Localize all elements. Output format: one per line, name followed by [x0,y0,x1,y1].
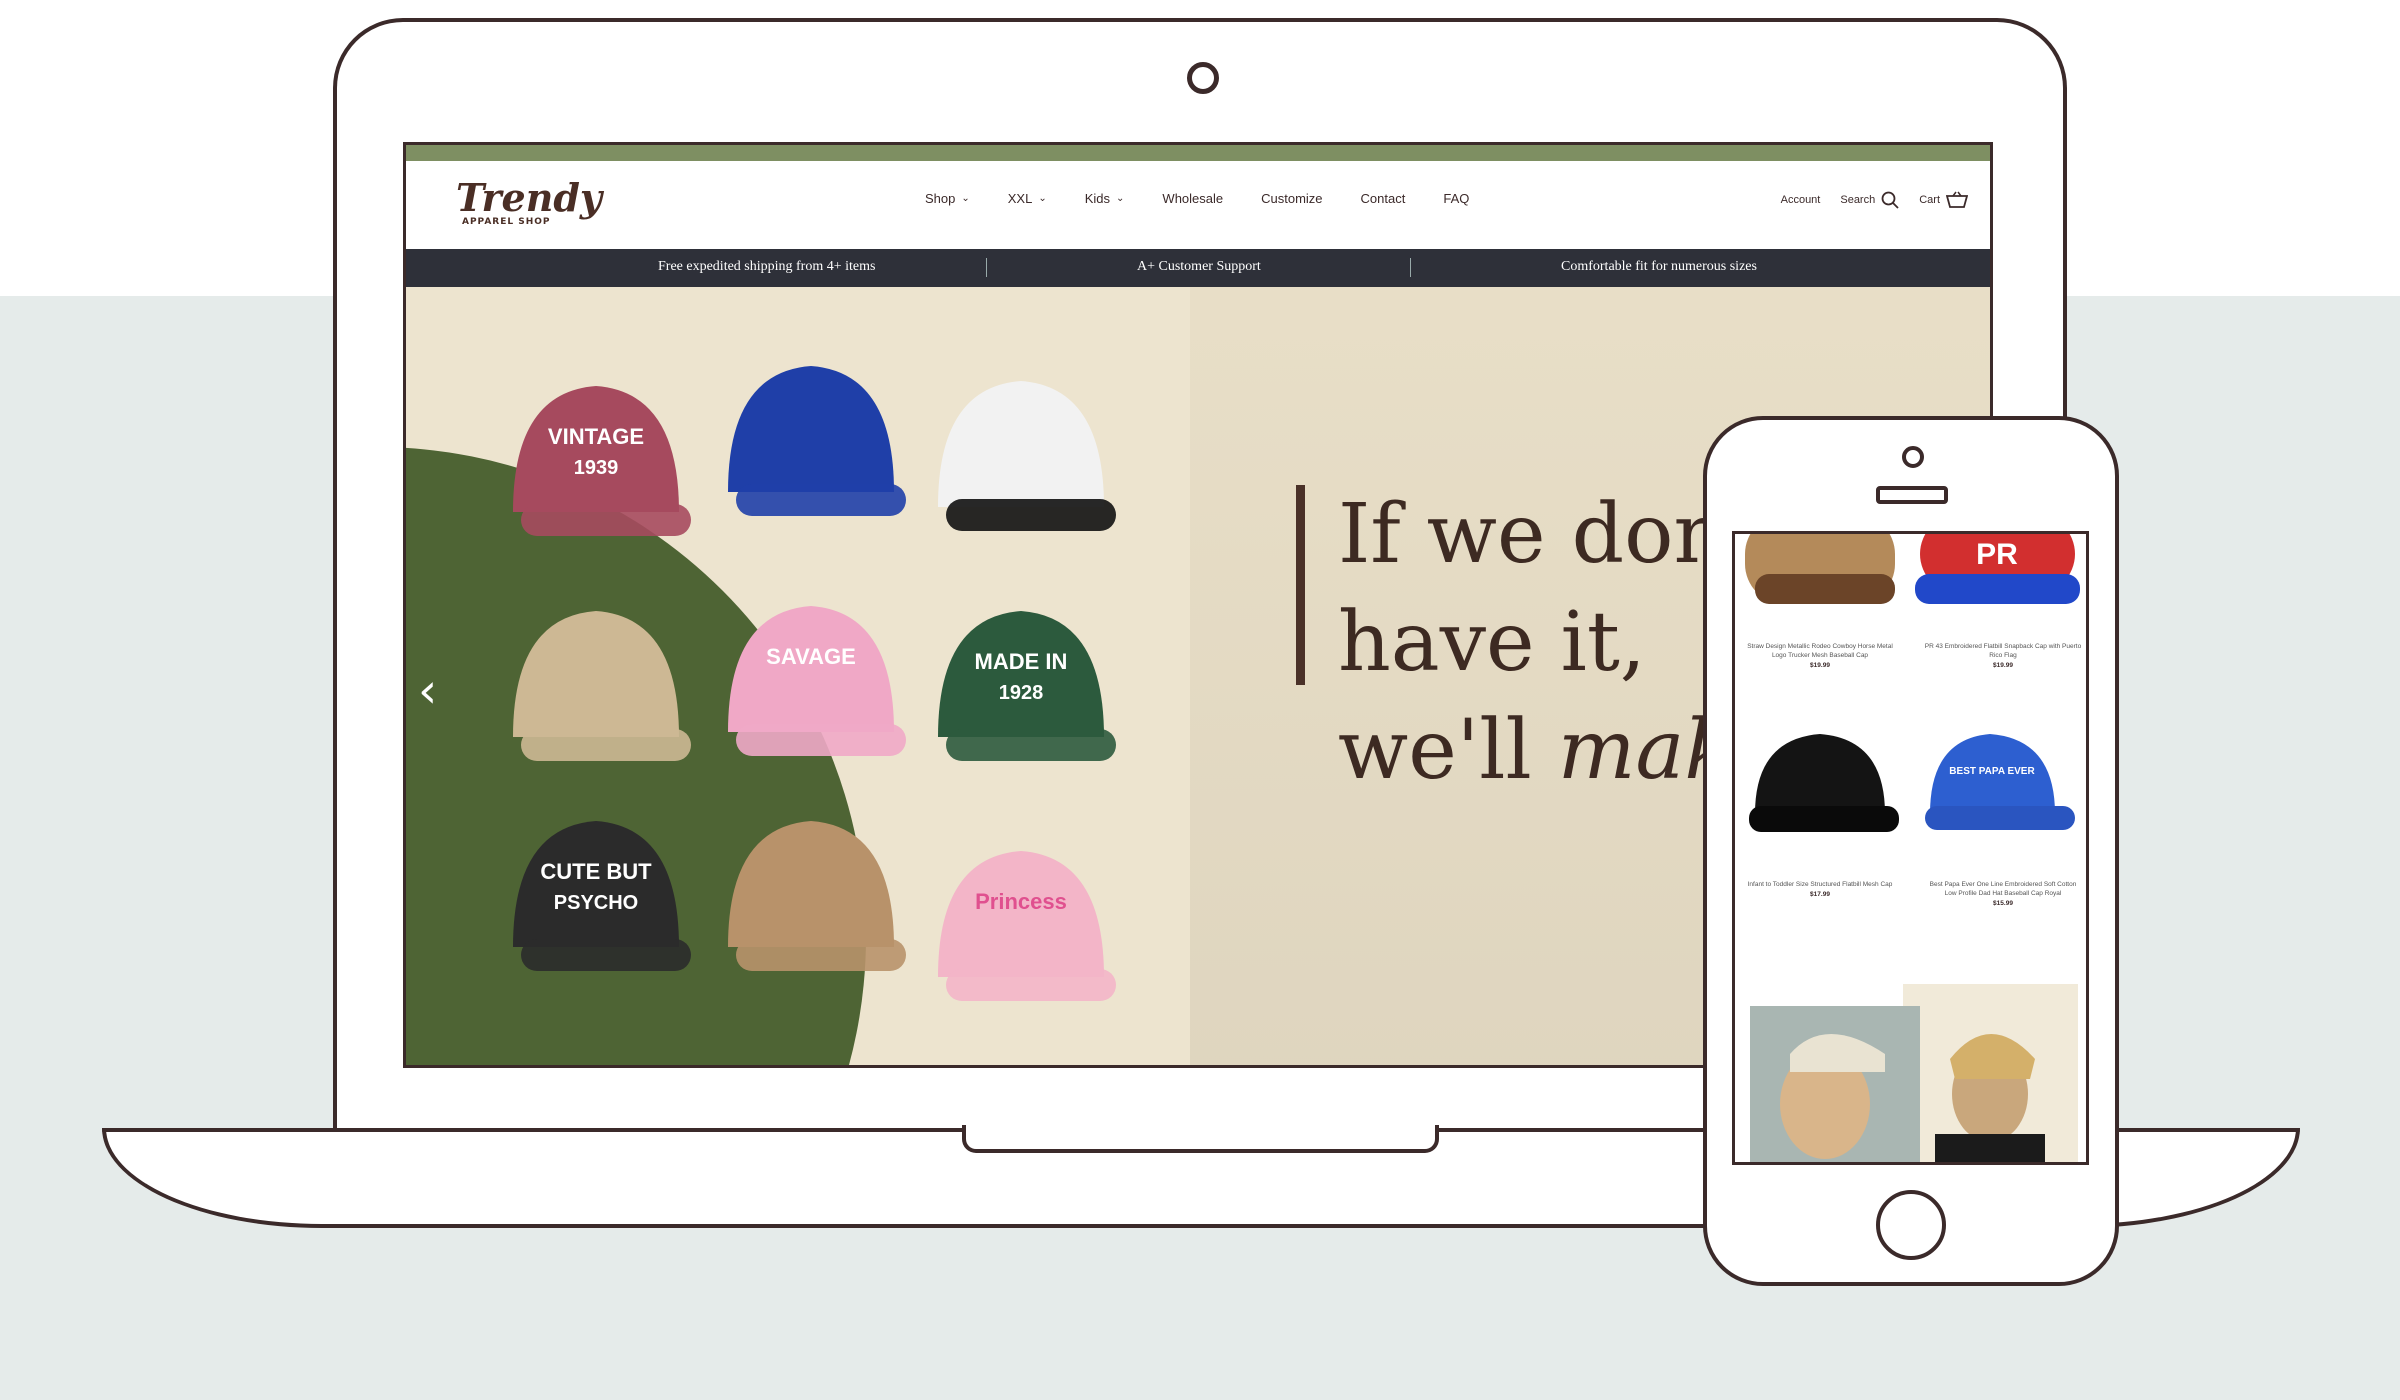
cap-subtext: 1939 [574,457,619,479]
promo-bar: Free expedited shipping from 4+ items A+… [406,249,1990,287]
headline-line-1: If we don [1338,487,1727,582]
cap-subtext: 1928 [999,682,1044,704]
nav-item-customize[interactable]: Customize [1261,191,1322,206]
lifestyle-image [1750,984,2078,1162]
nav-label: FAQ [1443,191,1470,206]
promo-fit: Comfortable fit for numerous sizes [1561,259,1757,274]
brand-name: Trendy [456,175,602,220]
headline-line-3: we'll mak [1338,697,1734,805]
product-title: PR 43 Embroidered Flatbill Snapback Cap … [1924,643,2082,659]
hero-cap-image [501,587,691,787]
product-card[interactable]: Infant to Toddler Size Structured Flatbi… [1740,880,1900,898]
promo-divider [1410,258,1411,277]
cap-subtext: PSYCHO [554,892,638,914]
cap-text: VINTAGE [548,424,644,449]
phone-screen: PR Straw Design Metallic Rodeo Cowboy Ho… [1732,531,2089,1165]
carousel-prev-arrow-icon[interactable]: ‹ [418,663,437,719]
product-card[interactable]: Straw Design Metallic Rodeo Cowboy Horse… [1740,642,1900,669]
nav-item-xxl[interactable]: XXL ⌄ [1008,191,1047,206]
site-header: Trendy APPAREL SHOP Shop ⌄ XXL ⌄ Kids ⌄ Who… [406,161,1990,249]
hero-cap-image [716,342,906,542]
phone-home-button [1876,1190,1946,1260]
hero-cap-image [926,357,1116,557]
hero-cap-image: MADE IN 1928 [926,587,1116,787]
product-image-row-2: BEST PAPA EVER [1749,734,2075,832]
svg-text:PR: PR [1976,538,2018,571]
account-label: Account [1780,194,1821,206]
hero-cap-image: Princess [926,827,1116,1027]
product-price: $17.99 [1810,891,1830,898]
product-card[interactable]: PR 43 Embroidered Flatbill Snapback Cap … [1923,642,2083,669]
phone-camera [1902,446,1924,468]
cart-icon [1946,191,1968,208]
search-icon [1881,191,1899,209]
nav-label: Wholesale [1162,191,1224,206]
main-nav: Shop ⌄ XXL ⌄ Kids ⌄ Wholesale Customize Con… [925,191,1507,206]
cap-text: CUTE BUT [540,859,652,884]
chevron-down-icon: ⌄ [1038,193,1047,204]
hero-headline: If we don have it, we'll mak [1338,481,1734,805]
phone-speaker [1876,486,1948,504]
cart-link[interactable]: Cart [1919,191,1968,209]
product-price: $19.99 [1993,662,2013,669]
nav-item-wholesale[interactable]: Wholesale [1162,191,1223,206]
cart-label: Cart [1919,194,1940,206]
nav-item-faq[interactable]: FAQ [1443,191,1469,206]
nav-label: Kids [1084,191,1111,206]
promo-support: A+ Customer Support [1137,259,1261,274]
product-title: Straw Design Metallic Rodeo Cowboy Horse… [1747,643,1893,659]
cap-text: SAVAGE [766,644,856,669]
headline-line-3-plain: we'll [1338,703,1558,798]
product-title: Infant to Toddler Size Structured Flatbi… [1747,881,1893,888]
product-price: $19.99 [1810,662,1830,669]
nav-label: Shop [925,191,956,206]
nav-item-contact[interactable]: Contact [1361,191,1406,206]
nav-label: XXL [1007,191,1033,206]
product-price: $15.99 [1993,900,2013,907]
account-link[interactable]: Account [1781,194,1821,206]
nav-item-shop[interactable]: Shop ⌄ [925,191,970,206]
promo-divider [986,258,987,277]
nav-label: Contact [1360,191,1406,206]
hero-cap-image: SAVAGE [716,582,906,782]
product-title: Best Papa Ever One Line Embroidered Soft… [1929,881,2077,897]
brand-logo[interactable]: Trendy APPAREL SHOP [456,175,602,228]
search-link[interactable]: Search [1840,191,1899,209]
laptop-notch [962,1125,1439,1153]
headline-accent-bar [1296,485,1305,685]
nav-item-kids[interactable]: Kids ⌄ [1085,191,1125,206]
nav-label: Customize [1261,191,1323,206]
hero-cap-image: VINTAGE 1939 [501,362,691,562]
cap-text: MADE IN [975,649,1068,674]
top-accent-bar [406,145,1990,161]
hero-cap-image [716,797,906,997]
cap-text: Princess [975,889,1067,914]
product-cap-text: BEST PAPA EVER [1949,766,2035,777]
chevron-down-icon: ⌄ [1116,193,1125,204]
search-label: Search [1840,194,1876,206]
hero-cap-image: CUTE BUT PSYCHO [501,797,691,997]
product-image-row-1: PR [1745,534,2080,604]
promo-shipping: Free expedited shipping from 4+ items [658,259,876,274]
product-card[interactable]: Best Papa Ever One Line Embroidered Soft… [1923,880,2083,907]
chevron-down-icon: ⌄ [961,193,970,204]
headline-line-2: have it, [1338,595,1646,690]
laptop-camera [1187,62,1219,94]
header-utilities: Account Search Cart [1761,191,1968,209]
